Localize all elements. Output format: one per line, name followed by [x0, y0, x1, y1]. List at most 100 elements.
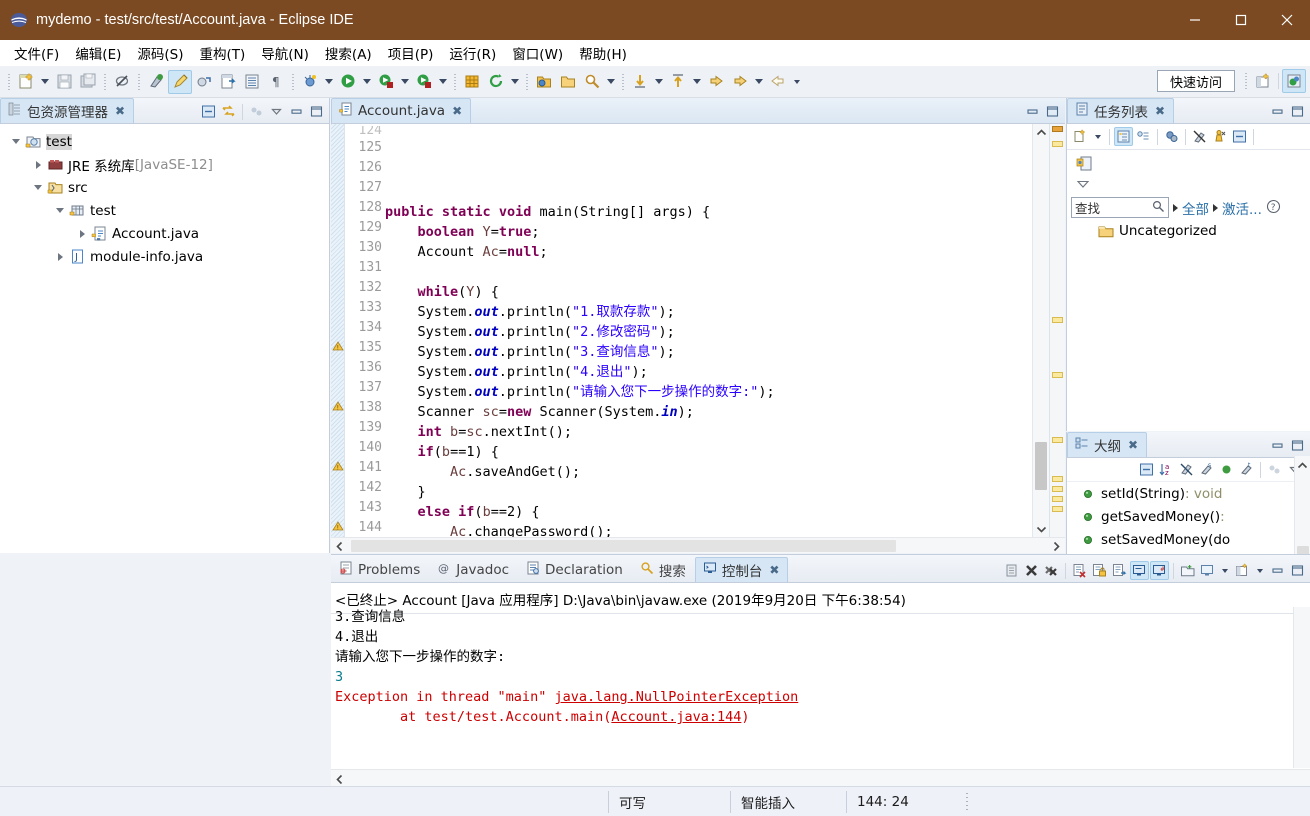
- tree-item-test-package[interactable]: test: [0, 199, 329, 222]
- help-icon[interactable]: ?: [1266, 199, 1281, 217]
- twisty-closed-icon[interactable]: [30, 160, 46, 169]
- clear-console-icon[interactable]: [1002, 561, 1021, 580]
- new-task-icon[interactable]: [1071, 127, 1090, 146]
- filter-all-link[interactable]: 全部: [1182, 198, 1209, 218]
- save-icon[interactable]: [52, 70, 76, 94]
- java-perspective-icon[interactable]: [1282, 69, 1306, 93]
- minimize-icon[interactable]: [1268, 561, 1287, 580]
- outline-item[interactable]: setId(String) : void: [1067, 482, 1310, 505]
- code-line[interactable]: int b=sc.nextInt();: [385, 422, 1030, 442]
- overview-marker[interactable]: [1052, 141, 1063, 147]
- task-list-item-uncategorized[interactable]: Uncategorized: [1067, 220, 1310, 242]
- new-task-dropdown-icon[interactable]: [1091, 127, 1105, 146]
- editor-annotation-gutter[interactable]: [331, 124, 345, 537]
- code-line[interactable]: else if(b==2) {: [385, 502, 1030, 522]
- run-last-tool-dropdown-icon[interactable]: [436, 70, 450, 94]
- code-line[interactable]: System.out.println("4.退出");: [385, 362, 1030, 382]
- tab-declaration[interactable]: Declaration: [518, 557, 632, 582]
- new-wizard-dropdown-icon[interactable]: [38, 70, 52, 94]
- minimize-icon[interactable]: [1268, 102, 1287, 121]
- view-menu-icon[interactable]: [267, 102, 286, 121]
- maximize-icon[interactable]: [1043, 102, 1062, 121]
- back-dropdown-icon[interactable]: [752, 70, 766, 94]
- open-console-icon[interactable]: [1178, 561, 1197, 580]
- focus-off-icon[interactable]: [1190, 127, 1209, 146]
- twisty-closed-icon[interactable]: [52, 252, 68, 261]
- show-whitespace-icon[interactable]: [240, 70, 264, 94]
- menu-run[interactable]: 运行(R): [441, 40, 504, 66]
- synchronize-icon[interactable]: [1162, 127, 1181, 146]
- minimize-icon[interactable]: [1268, 436, 1287, 455]
- sort-icon[interactable]: az: [1157, 460, 1176, 479]
- scroll-up-arrow-icon[interactable]: [1033, 124, 1050, 140]
- search-icon[interactable]: [580, 70, 604, 94]
- code-line[interactable]: Ac.changePassword();: [385, 522, 1030, 537]
- maximize-icon[interactable]: [1288, 436, 1307, 455]
- toggle-mark-occurrences-icon[interactable]: [144, 70, 168, 94]
- editor-scroll-thumb[interactable]: [1035, 442, 1047, 490]
- task-list-expand-row[interactable]: [1067, 177, 1310, 195]
- refresh-icon[interactable]: [484, 70, 508, 94]
- close-icon[interactable]: ✖: [769, 563, 779, 577]
- code-line[interactable]: [385, 262, 1030, 282]
- console-horizontal-scrollbar[interactable]: [331, 769, 1310, 786]
- view-presentation-icon[interactable]: [247, 102, 266, 121]
- new-java-project-icon[interactable]: [460, 70, 484, 94]
- menu-project[interactable]: 项目(P): [380, 40, 442, 66]
- tab-account-java[interactable]: Account.java ✖: [331, 98, 472, 123]
- quick-access-input[interactable]: 快速访问: [1157, 70, 1235, 92]
- terminate-icon[interactable]: [1022, 561, 1041, 580]
- pencil-highlight-icon[interactable]: [168, 69, 192, 94]
- code-line[interactable]: Account Ac=null;: [385, 242, 1030, 262]
- status-resize-grip[interactable]: [962, 792, 972, 811]
- hide-local-types-icon[interactable]: t: [1237, 460, 1256, 479]
- editor-text-area[interactable]: 124 125 126 127 128 129 130 131 132 133 134 ! 135 13…: [331, 124, 1065, 553]
- overview-marker[interactable]: [1052, 317, 1063, 323]
- display-selected-console-dropdown-icon[interactable]: [1218, 561, 1232, 580]
- tab-search[interactable]: 搜索: [632, 557, 695, 582]
- show-console-on-output-icon[interactable]: [1130, 561, 1149, 580]
- outline-item[interactable]: setSavedMoney(do: [1067, 528, 1310, 551]
- menu-window[interactable]: 窗口(W): [504, 40, 571, 66]
- run-external-dropdown-icon[interactable]: [398, 70, 412, 94]
- display-selected-console-icon[interactable]: [1198, 561, 1217, 580]
- forward-icon[interactable]: [766, 70, 790, 94]
- maximize-button[interactable]: [1218, 0, 1264, 40]
- tab-package-explorer[interactable]: 包资源管理器 ✖: [0, 98, 135, 123]
- menu-navigate[interactable]: 导航(N): [253, 40, 317, 66]
- editor-horizontal-scrollbar[interactable]: [331, 537, 1065, 553]
- tree-item-test-project[interactable]: test: [0, 130, 329, 153]
- remove-all-terminated-icon[interactable]: [1042, 561, 1061, 580]
- word-wrap-icon[interactable]: [1110, 561, 1129, 580]
- tree-item-src-folder[interactable]: src: [0, 176, 329, 199]
- scheduled-presentation-icon[interactable]: [1134, 127, 1153, 146]
- code-line[interactable]: System.out.println("2.修改密码");: [385, 322, 1030, 342]
- pin-console-icon[interactable]: #: [1150, 561, 1169, 580]
- overview-marker[interactable]: [1052, 496, 1063, 502]
- console-output[interactable]: 3.查询信息 4.退出 请输入您下一步操作的数字: 3 Exception in thr…: [331, 607, 1292, 768]
- hide-static-icon[interactable]: s: [1197, 460, 1216, 479]
- local-task-repository-row[interactable]: [1067, 150, 1310, 177]
- code-line[interactable]: Ac.saveAndGet();: [385, 462, 1030, 482]
- overview-marker[interactable]: [1052, 126, 1063, 132]
- maximize-icon[interactable]: [1288, 102, 1307, 121]
- editor-hscroll-thumb[interactable]: [351, 540, 896, 552]
- overview-marker[interactable]: [1052, 486, 1063, 492]
- previous-annotation-icon[interactable]: [666, 70, 690, 94]
- editor-vertical-scrollbar[interactable]: [1032, 124, 1049, 537]
- menu-search[interactable]: 搜索(A): [317, 40, 380, 66]
- maximize-icon[interactable]: [307, 102, 326, 121]
- scroll-left-arrow-icon[interactable]: [331, 771, 348, 787]
- close-icon[interactable]: ✖: [115, 104, 125, 118]
- code-line[interactable]: while(Y) {: [385, 282, 1030, 302]
- editor-overview-ruler[interactable]: [1049, 124, 1065, 537]
- close-icon[interactable]: ✖: [452, 104, 462, 118]
- search-dropdown-icon[interactable]: [604, 70, 618, 94]
- tree-item-jre-library[interactable]: JRE 系统库 [JavaSE-12]: [0, 153, 329, 176]
- next-annotation-icon[interactable]: [628, 70, 652, 94]
- next-annotation-dropdown-icon[interactable]: [652, 70, 666, 94]
- run-last-tool-icon[interactable]: [412, 70, 436, 94]
- forward-dropdown-icon[interactable]: [790, 70, 804, 94]
- code-line[interactable]: System.out.println("请输入您下一步操作的数字:");: [385, 382, 1030, 402]
- twisty-closed-icon[interactable]: [74, 229, 90, 238]
